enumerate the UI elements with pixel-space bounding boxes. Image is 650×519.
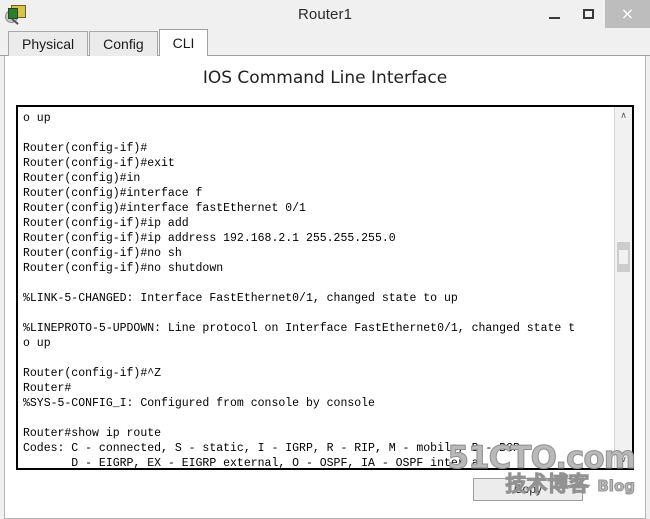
terminal-container[interactable]: o up Router(config-if)# Router(config-if)… xyxy=(16,105,634,470)
tab-physical[interactable]: Physical xyxy=(8,31,89,56)
terminal-line: Router(config-if)#exit xyxy=(23,157,175,170)
terminal-line: Router(config-if)#ip add xyxy=(23,217,189,230)
scrollbar-thumb[interactable] xyxy=(617,242,630,272)
scroll-down-icon[interactable]: ∨ xyxy=(615,451,632,468)
terminal-line: Router(config-if)#no sh xyxy=(23,247,182,260)
terminal-line: Router#show ip route xyxy=(23,427,162,440)
terminal-scrollbar[interactable]: ∧ ∨ xyxy=(614,107,632,468)
minimize-button[interactable] xyxy=(537,0,571,28)
window-controls: × xyxy=(537,0,650,28)
terminal-line: o up xyxy=(23,337,51,350)
terminal-line: Router(config-if)#ip address 192.168.2.1… xyxy=(23,232,396,245)
terminal-line: %SYS-5-CONFIG_I: Configured from console… xyxy=(23,397,375,410)
cli-panel: IOS Command Line Interface o up Router(c… xyxy=(4,56,646,519)
terminal-line: Router(config-if)#no shutdown xyxy=(23,262,224,275)
terminal-line: Router(config)#interface fastEthernet 0/… xyxy=(23,202,306,215)
close-button[interactable]: × xyxy=(605,0,650,28)
terminal-line: Router(config)#interface f xyxy=(23,187,203,200)
close-icon: × xyxy=(620,4,635,23)
terminal-line: Router(config)#in xyxy=(23,172,141,185)
maximize-icon xyxy=(582,9,594,19)
terminal-line: %LINK-5-CHANGED: Interface FastEthernet0… xyxy=(23,292,458,305)
terminal-output[interactable]: o up Router(config-if)# Router(config-if)… xyxy=(18,107,614,468)
terminal-line: %LINEPROTO-5-UPDOWN: Line protocol on In… xyxy=(23,322,576,335)
minimize-icon xyxy=(548,16,560,19)
terminal-line: Router(config-if)# xyxy=(23,142,148,155)
scroll-up-icon[interactable]: ∧ xyxy=(615,107,632,124)
terminal-line: Router# xyxy=(23,382,72,395)
maximize-button[interactable] xyxy=(571,0,605,28)
tab-cli[interactable]: CLI xyxy=(158,29,209,56)
tab-bar: Physical Config CLI xyxy=(0,28,650,56)
terminal-line: Router(config-if)#^Z xyxy=(23,367,162,380)
terminal-line: o up xyxy=(23,112,51,125)
copy-paste-button[interactable]: Copy xyxy=(473,478,583,501)
tab-config[interactable]: Config xyxy=(89,31,158,56)
router-cli-window: Router1 × Physical Config CLI IOS Comman… xyxy=(0,0,650,519)
terminal-line: Codes: C - connected, S - static, I - IG… xyxy=(23,442,520,455)
router-magnifier-icon xyxy=(4,3,30,25)
page-title: IOS Command Line Interface xyxy=(202,68,448,88)
title-bar: Router1 × xyxy=(0,0,650,28)
bottom-bar: Copy xyxy=(5,478,645,504)
terminal-line: D - EIGRP, EX - EIGRP external, O - OSPF… xyxy=(23,457,479,468)
